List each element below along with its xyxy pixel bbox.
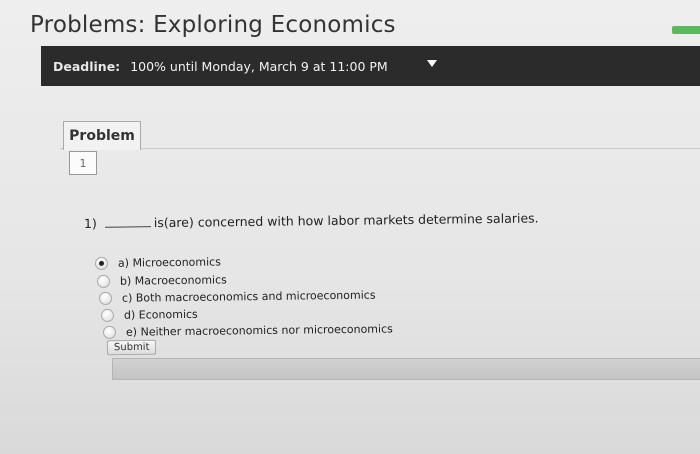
green-accent-tab: [672, 26, 700, 34]
radio-selected-icon[interactable]: [94, 256, 109, 270]
radio-icon[interactable]: [96, 274, 111, 288]
tab-problem[interactable]: Problem: [63, 121, 141, 150]
option-label: b) Macroeconomics: [119, 273, 227, 288]
deadline-label: Deadline:: [53, 58, 121, 74]
option-label: e) Neither macroeconomics nor microecono…: [125, 322, 393, 339]
option-label: c) Both macroeconomics and microeconomic…: [121, 288, 376, 305]
radio-icon[interactable]: [100, 308, 115, 322]
tab-divider: [60, 148, 700, 149]
question-text: is(are) concerned with how labor markets…: [153, 210, 539, 231]
option-a[interactable]: a) Microeconomics: [94, 255, 222, 270]
option-c[interactable]: c) Both macroeconomics and microeconomic…: [98, 288, 376, 305]
problem-number-button[interactable]: 1: [69, 151, 97, 175]
feedback-bar: [112, 358, 700, 380]
caret-down-icon[interactable]: [427, 60, 437, 67]
radio-icon[interactable]: [98, 291, 113, 305]
submit-button[interactable]: Submit: [106, 339, 157, 356]
option-d[interactable]: d) Economics: [100, 307, 198, 322]
option-b[interactable]: b) Macroeconomics: [96, 273, 227, 288]
deadline-value: 100% until Monday, March 9 at 11:00 PM: [130, 58, 388, 74]
option-label: d) Economics: [123, 307, 198, 322]
page-title: Problems: Exploring Economics: [30, 12, 396, 38]
deadline-bar[interactable]: Deadline: 100% until Monday, March 9 at …: [41, 46, 700, 86]
question-prompt: 1) is(are) concerned with how labor marke…: [84, 210, 539, 231]
answer-blank: [104, 216, 151, 228]
radio-icon[interactable]: [102, 325, 117, 339]
option-label: a) Microeconomics: [117, 255, 222, 270]
question-number: 1): [83, 215, 97, 231]
option-e[interactable]: e) Neither macroeconomics nor microecono…: [102, 322, 393, 339]
